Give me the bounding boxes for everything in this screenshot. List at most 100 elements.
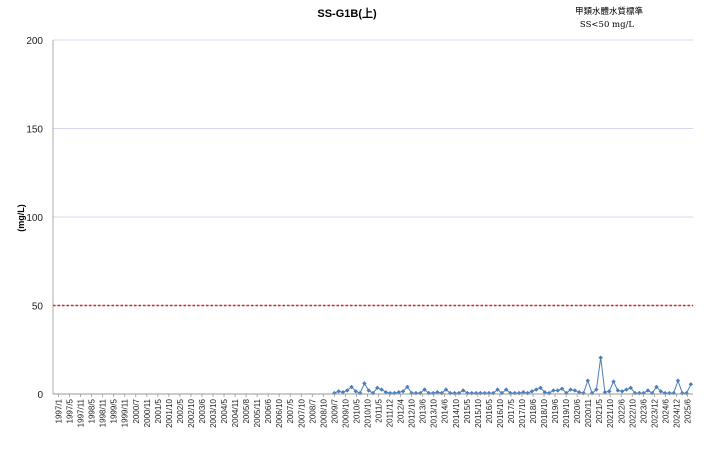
x-tick-label: 2018/10 bbox=[540, 398, 549, 427]
x-tick-label: 2015/10 bbox=[474, 398, 483, 427]
x-tick-label: 2018/6 bbox=[529, 398, 538, 423]
y-tick-label: 100 bbox=[26, 213, 43, 224]
data-point bbox=[456, 390, 462, 396]
x-tick-label: 2017/5 bbox=[507, 398, 516, 423]
data-point bbox=[546, 390, 552, 396]
x-tick-label: 2008/10 bbox=[319, 398, 328, 427]
x-tick-label: 1999/11 bbox=[121, 398, 130, 427]
x-tick-label: 2005/11 bbox=[253, 398, 262, 427]
y-tick-label: 50 bbox=[32, 302, 44, 313]
x-tick-label: 1998/5 bbox=[88, 398, 97, 423]
data-point bbox=[598, 355, 603, 360]
x-tick-label: 2010/10 bbox=[363, 398, 372, 427]
x-tick-label: 2021/5 bbox=[595, 398, 604, 423]
x-tick-label: 2016/5 bbox=[485, 398, 494, 423]
x-tick-label: 2004/5 bbox=[220, 398, 229, 423]
data-point bbox=[615, 388, 621, 393]
x-tick-label: 2020/6 bbox=[573, 398, 582, 423]
x-tick-label: 1998/11 bbox=[99, 398, 108, 427]
x-tick-label: 2007/5 bbox=[286, 398, 295, 423]
x-tick-label: 2025/6 bbox=[683, 398, 692, 423]
data-point bbox=[525, 390, 530, 396]
data-point bbox=[465, 390, 470, 396]
x-tick-label: 2011/5 bbox=[375, 398, 384, 422]
x-tick-label: 2015/5 bbox=[463, 398, 472, 423]
x-tick-label: 2009/7 bbox=[330, 398, 339, 423]
data-point bbox=[362, 381, 367, 386]
standard-label-line2: SS<50 mg/L bbox=[580, 20, 635, 30]
data-point bbox=[482, 390, 487, 396]
x-tick-label: 2023/12 bbox=[650, 398, 659, 427]
x-tick-label: 2019/6 bbox=[551, 398, 560, 423]
data-point bbox=[624, 387, 629, 392]
x-tick-label: 2019/10 bbox=[562, 398, 571, 427]
x-tick-label: 2008/7 bbox=[308, 398, 317, 423]
x-tick-label: 2004/11 bbox=[231, 398, 240, 427]
x-tick-label: 2006/6 bbox=[264, 398, 273, 423]
data-point bbox=[581, 390, 586, 396]
x-tick-label: 1997/1 bbox=[55, 398, 64, 423]
x-tick-label: 2020/11 bbox=[584, 398, 593, 427]
data-point bbox=[357, 390, 363, 396]
series-line bbox=[334, 357, 692, 394]
x-axis: 1997/1 1997/5 1997/11 1998/5 1998/11 1999/5 19… bbox=[52, 40, 693, 428]
x-tick-label: 2002/10 bbox=[187, 398, 196, 427]
data-point bbox=[387, 390, 393, 396]
data-point bbox=[675, 378, 681, 383]
x-tick-label: 1997/11 bbox=[77, 398, 86, 427]
gridlines bbox=[53, 39, 693, 306]
x-tick-label: 2009/10 bbox=[341, 398, 350, 427]
x-tick-label: 2013/10 bbox=[430, 398, 439, 427]
x-tick-label: 2006/10 bbox=[275, 398, 284, 427]
data-point bbox=[637, 390, 642, 396]
data-point bbox=[688, 382, 694, 387]
data-point bbox=[667, 390, 672, 396]
y-tick-label: 150 bbox=[26, 125, 43, 136]
y-tick-label: 0 bbox=[37, 390, 43, 401]
y-tick-label: 200 bbox=[26, 36, 43, 47]
data-point bbox=[585, 378, 590, 383]
x-tick-label: 2000/11 bbox=[143, 398, 152, 427]
x-tick-label: 2014/10 bbox=[452, 398, 461, 427]
data-point bbox=[607, 389, 612, 394]
x-tick-label: 2000/7 bbox=[132, 398, 141, 423]
data-point bbox=[516, 390, 522, 396]
data-point bbox=[336, 389, 341, 394]
x-tick-label: 2016/10 bbox=[496, 398, 505, 427]
x-tick-label: 2002/5 bbox=[176, 398, 185, 423]
data-point bbox=[611, 379, 616, 384]
x-tick-label: 2005/8 bbox=[242, 398, 251, 423]
data-point bbox=[469, 390, 474, 396]
x-tick-label: 1997/5 bbox=[66, 398, 75, 423]
y-axis-label: (mg/L) bbox=[16, 204, 26, 232]
x-tick-label: 2001/5 bbox=[154, 398, 163, 423]
x-tick-label: 2021/10 bbox=[606, 398, 615, 427]
data-point bbox=[392, 390, 397, 396]
x-tick-label: 2014/6 bbox=[441, 398, 450, 423]
data-point bbox=[555, 388, 560, 393]
x-tick-label: 1999/5 bbox=[110, 398, 119, 423]
x-tick-label: 2010/5 bbox=[352, 398, 361, 423]
x-tick-label: 2022/6 bbox=[617, 398, 626, 423]
x-tick-label: 2023/6 bbox=[639, 398, 648, 423]
data-point bbox=[379, 387, 384, 392]
x-tick-label: 2017/10 bbox=[518, 398, 527, 427]
data-point bbox=[430, 390, 436, 396]
series-ss bbox=[332, 355, 694, 396]
x-tick-label: 2001/10 bbox=[165, 398, 174, 427]
data-point bbox=[684, 390, 689, 396]
data-point bbox=[572, 388, 578, 393]
x-tick-label: 2022/10 bbox=[628, 398, 637, 427]
chart-title: SS-G1B(上) bbox=[317, 6, 377, 20]
x-tick-label: 2024/12 bbox=[672, 398, 681, 427]
x-tick-label: 2003/10 bbox=[209, 398, 218, 427]
data-point bbox=[619, 389, 625, 394]
data-point bbox=[680, 390, 685, 396]
data-point bbox=[671, 390, 676, 396]
data-point bbox=[413, 390, 419, 396]
x-tick-label: 2011/12 bbox=[386, 398, 395, 427]
x-tick-label: 2012/4 bbox=[397, 398, 406, 423]
standard-label-line1: 甲類水體水質標準 bbox=[575, 6, 644, 17]
x-tick-label: 2013/6 bbox=[419, 398, 428, 423]
x-tick-label: 2024/6 bbox=[661, 398, 670, 423]
